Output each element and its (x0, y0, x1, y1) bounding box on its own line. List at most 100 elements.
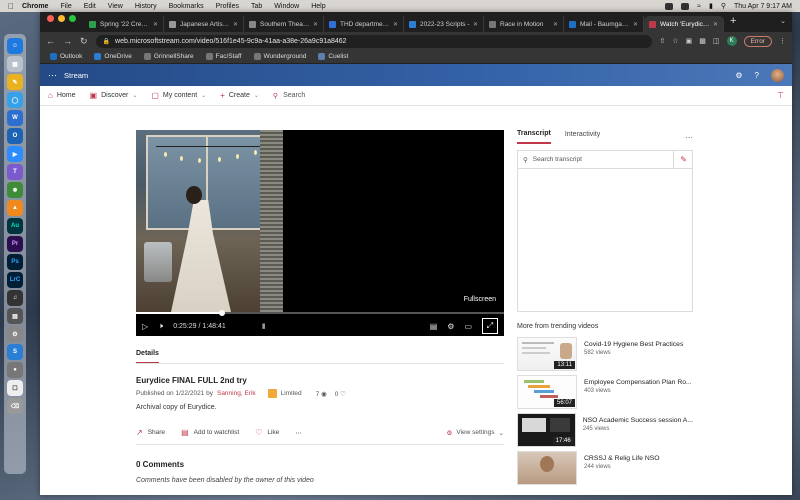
video-player[interactable]: Fullscreen ▷ 🕨 0:25:29 / 1:48:41 ▮ ▤ ⚙ ▭ (136, 130, 504, 336)
close-tab-icon[interactable]: ✕ (233, 21, 238, 28)
back-icon[interactable]: ← (46, 36, 55, 46)
captions-icon[interactable]: ▤ (430, 322, 438, 331)
extension-icon[interactable]: ▣ (686, 37, 693, 45)
photoshop-icon[interactable]: Ps (7, 254, 23, 270)
edit-transcript-icon[interactable]: ✎ (673, 150, 687, 169)
wifi-icon[interactable]: ≈ (697, 3, 701, 10)
bookmark-cuelist[interactable]: Cuelist (318, 53, 348, 60)
video-thumbnail[interactable]: 13:11 (517, 337, 577, 371)
volume-icon[interactable]: ▮ (262, 322, 266, 330)
trash-icon[interactable]: ⌫ (7, 398, 23, 414)
trending-video-title[interactable]: Employee Compensation Plan Ro... (584, 379, 692, 386)
progress-bar[interactable] (136, 310, 504, 316)
lightroom-icon[interactable]: LrC (7, 272, 23, 288)
browser-tab[interactable]: Japanese Artist Ha ✕ (164, 16, 244, 32)
spotlight-icon[interactable]: ⚲ (721, 2, 726, 10)
add-to-watchlist-button[interactable]: ▤ Add to watchlist (181, 428, 239, 437)
close-tab-icon[interactable]: ✕ (473, 21, 478, 28)
trending-video-title[interactable]: NSO Academic Success session A... (583, 417, 693, 424)
bookmark-grinnellshare[interactable]: GrinnellShare (143, 53, 194, 60)
browser-tab[interactable]: 2022-23 Scripts - ✕ (404, 16, 484, 32)
close-tab-icon[interactable]: ✕ (553, 21, 558, 28)
zoom-icon[interactable]: ▶ (7, 146, 23, 162)
zoom-window-icon[interactable] (69, 15, 76, 22)
settings-gear-icon[interactable]: ⚙ (735, 71, 742, 80)
audition-icon[interactable]: Au (7, 218, 23, 234)
nav-search[interactable]: ⚲ Search (273, 92, 305, 100)
chrome-menu-icon[interactable]: ⋮ (779, 37, 786, 45)
like-button[interactable]: ♡ Like (255, 428, 279, 437)
app-icon[interactable]: ● (7, 362, 23, 378)
transcript-search[interactable]: ⚲ Search transcript ✎ (518, 150, 692, 169)
close-tab-icon[interactable]: ✕ (633, 21, 638, 28)
new-tab-icon[interactable]: + (724, 15, 742, 30)
bookmark-outlook[interactable]: Outlook (50, 53, 82, 60)
menu-view[interactable]: View (108, 3, 123, 10)
pin-icon[interactable]: ⊤ (777, 91, 784, 100)
chrome-icon[interactable]: ◯ (7, 92, 23, 108)
transcript-search-input[interactable]: Search transcript (533, 156, 582, 163)
sidepanel-icon[interactable]: ◫ (713, 37, 720, 45)
close-tab-icon[interactable]: ✕ (153, 21, 158, 28)
finder-icon[interactable]: ☺ (7, 38, 23, 54)
play-icon[interactable]: ▷ (142, 322, 148, 331)
close-tab-icon[interactable]: ✕ (393, 21, 398, 28)
apple-menu-icon[interactable]:  (0, 2, 22, 11)
author-link[interactable]: Sanning, Erik (217, 390, 256, 397)
close-window-icon[interactable] (47, 15, 54, 22)
player-settings-icon[interactable]: ⚙ (447, 322, 454, 331)
menu-bookmarks[interactable]: Bookmarks (169, 3, 204, 10)
outlook-icon[interactable]: O (7, 128, 23, 144)
view-settings-button[interactable]: ⚙ View settings ⌄ (447, 429, 504, 437)
menu-edit[interactable]: Edit (84, 3, 96, 10)
address-bar[interactable]: 🔒 web.microsoftstream.com/video/516f1e45… (95, 34, 652, 48)
browser-tab[interactable]: Mail - Baumgartne ✕ (564, 16, 644, 32)
status-icon[interactable] (681, 2, 690, 10)
video-thumbnail[interactable]: 17:46 (517, 413, 576, 447)
document-icon[interactable]: ☐ (7, 380, 23, 396)
video-thumbnail[interactable]: 56:07 (517, 375, 577, 409)
trending-video-item[interactable]: CRSSJ & Relig Life NSO 244 views (517, 451, 693, 489)
launchpad-icon[interactable]: ▦ (7, 56, 23, 72)
tab-transcript[interactable]: Transcript (517, 130, 551, 144)
mute-icon[interactable]: 🕨 (158, 321, 163, 331)
minimize-window-icon[interactable] (58, 15, 65, 22)
theater-mode-icon[interactable]: ▭ (464, 322, 472, 331)
app-launcher-icon[interactable]: ⋯ (48, 70, 57, 81)
battery-icon[interactable]: ▮ (709, 2, 713, 10)
reload-icon[interactable]: ↻ (80, 36, 88, 47)
forward-icon[interactable]: → (63, 36, 72, 46)
share-page-icon[interactable]: ⇧ (660, 37, 666, 45)
browser-tab-active[interactable]: Watch 'Eurydice F ✕ (644, 16, 724, 32)
app-icon[interactable]: S (7, 344, 23, 360)
status-icon[interactable] (665, 2, 674, 10)
menu-tab[interactable]: Tab (251, 3, 262, 10)
piano-icon[interactable]: ♫ (7, 290, 23, 306)
safari-icon[interactable]: ❅ (7, 182, 23, 198)
menubar-clock[interactable]: Thu Apr 7 9:17 AM (734, 3, 792, 10)
help-icon[interactable]: ? (755, 71, 759, 80)
error-button[interactable]: Error (743, 35, 772, 47)
tab-interactivity[interactable]: Interactivity (565, 131, 600, 143)
more-actions-button[interactable]: ⋯ (295, 429, 302, 437)
vlc-icon[interactable]: ▲ (7, 200, 23, 216)
menu-help[interactable]: Help (311, 3, 325, 10)
preferences-icon[interactable]: ⚙ (7, 326, 23, 342)
fullscreen-button[interactable]: ⤢ (482, 318, 498, 334)
close-tab-icon[interactable]: ✕ (313, 21, 318, 28)
trending-video-item[interactable]: 17:46 NSO Academic Success session A... … (517, 413, 693, 451)
browser-tab[interactable]: Race in Motion ✕ (484, 16, 564, 32)
stream-app-title[interactable]: Stream (64, 71, 88, 80)
nav-discover[interactable]: ▣ Discover ⌄ (90, 91, 138, 100)
calculator-icon[interactable]: ▤ (7, 308, 23, 324)
nav-create[interactable]: + Create ⌄ (220, 91, 259, 100)
bookmark-star-icon[interactable]: ☆ (672, 37, 678, 45)
menu-app-name[interactable]: Chrome (22, 3, 48, 10)
nav-home[interactable]: ⌂ Home (48, 91, 76, 100)
share-button[interactable]: ↗ Share (136, 428, 165, 437)
profile-avatar[interactable]: K (726, 36, 737, 46)
trending-video-item[interactable]: 56:07 Employee Compensation Plan Ro... 4… (517, 375, 693, 413)
menu-window[interactable]: Window (274, 3, 299, 10)
browser-tab[interactable]: Spring '22 Crew L ✕ (84, 16, 164, 32)
bookmark-wunderground[interactable]: Wunderground (253, 53, 306, 60)
